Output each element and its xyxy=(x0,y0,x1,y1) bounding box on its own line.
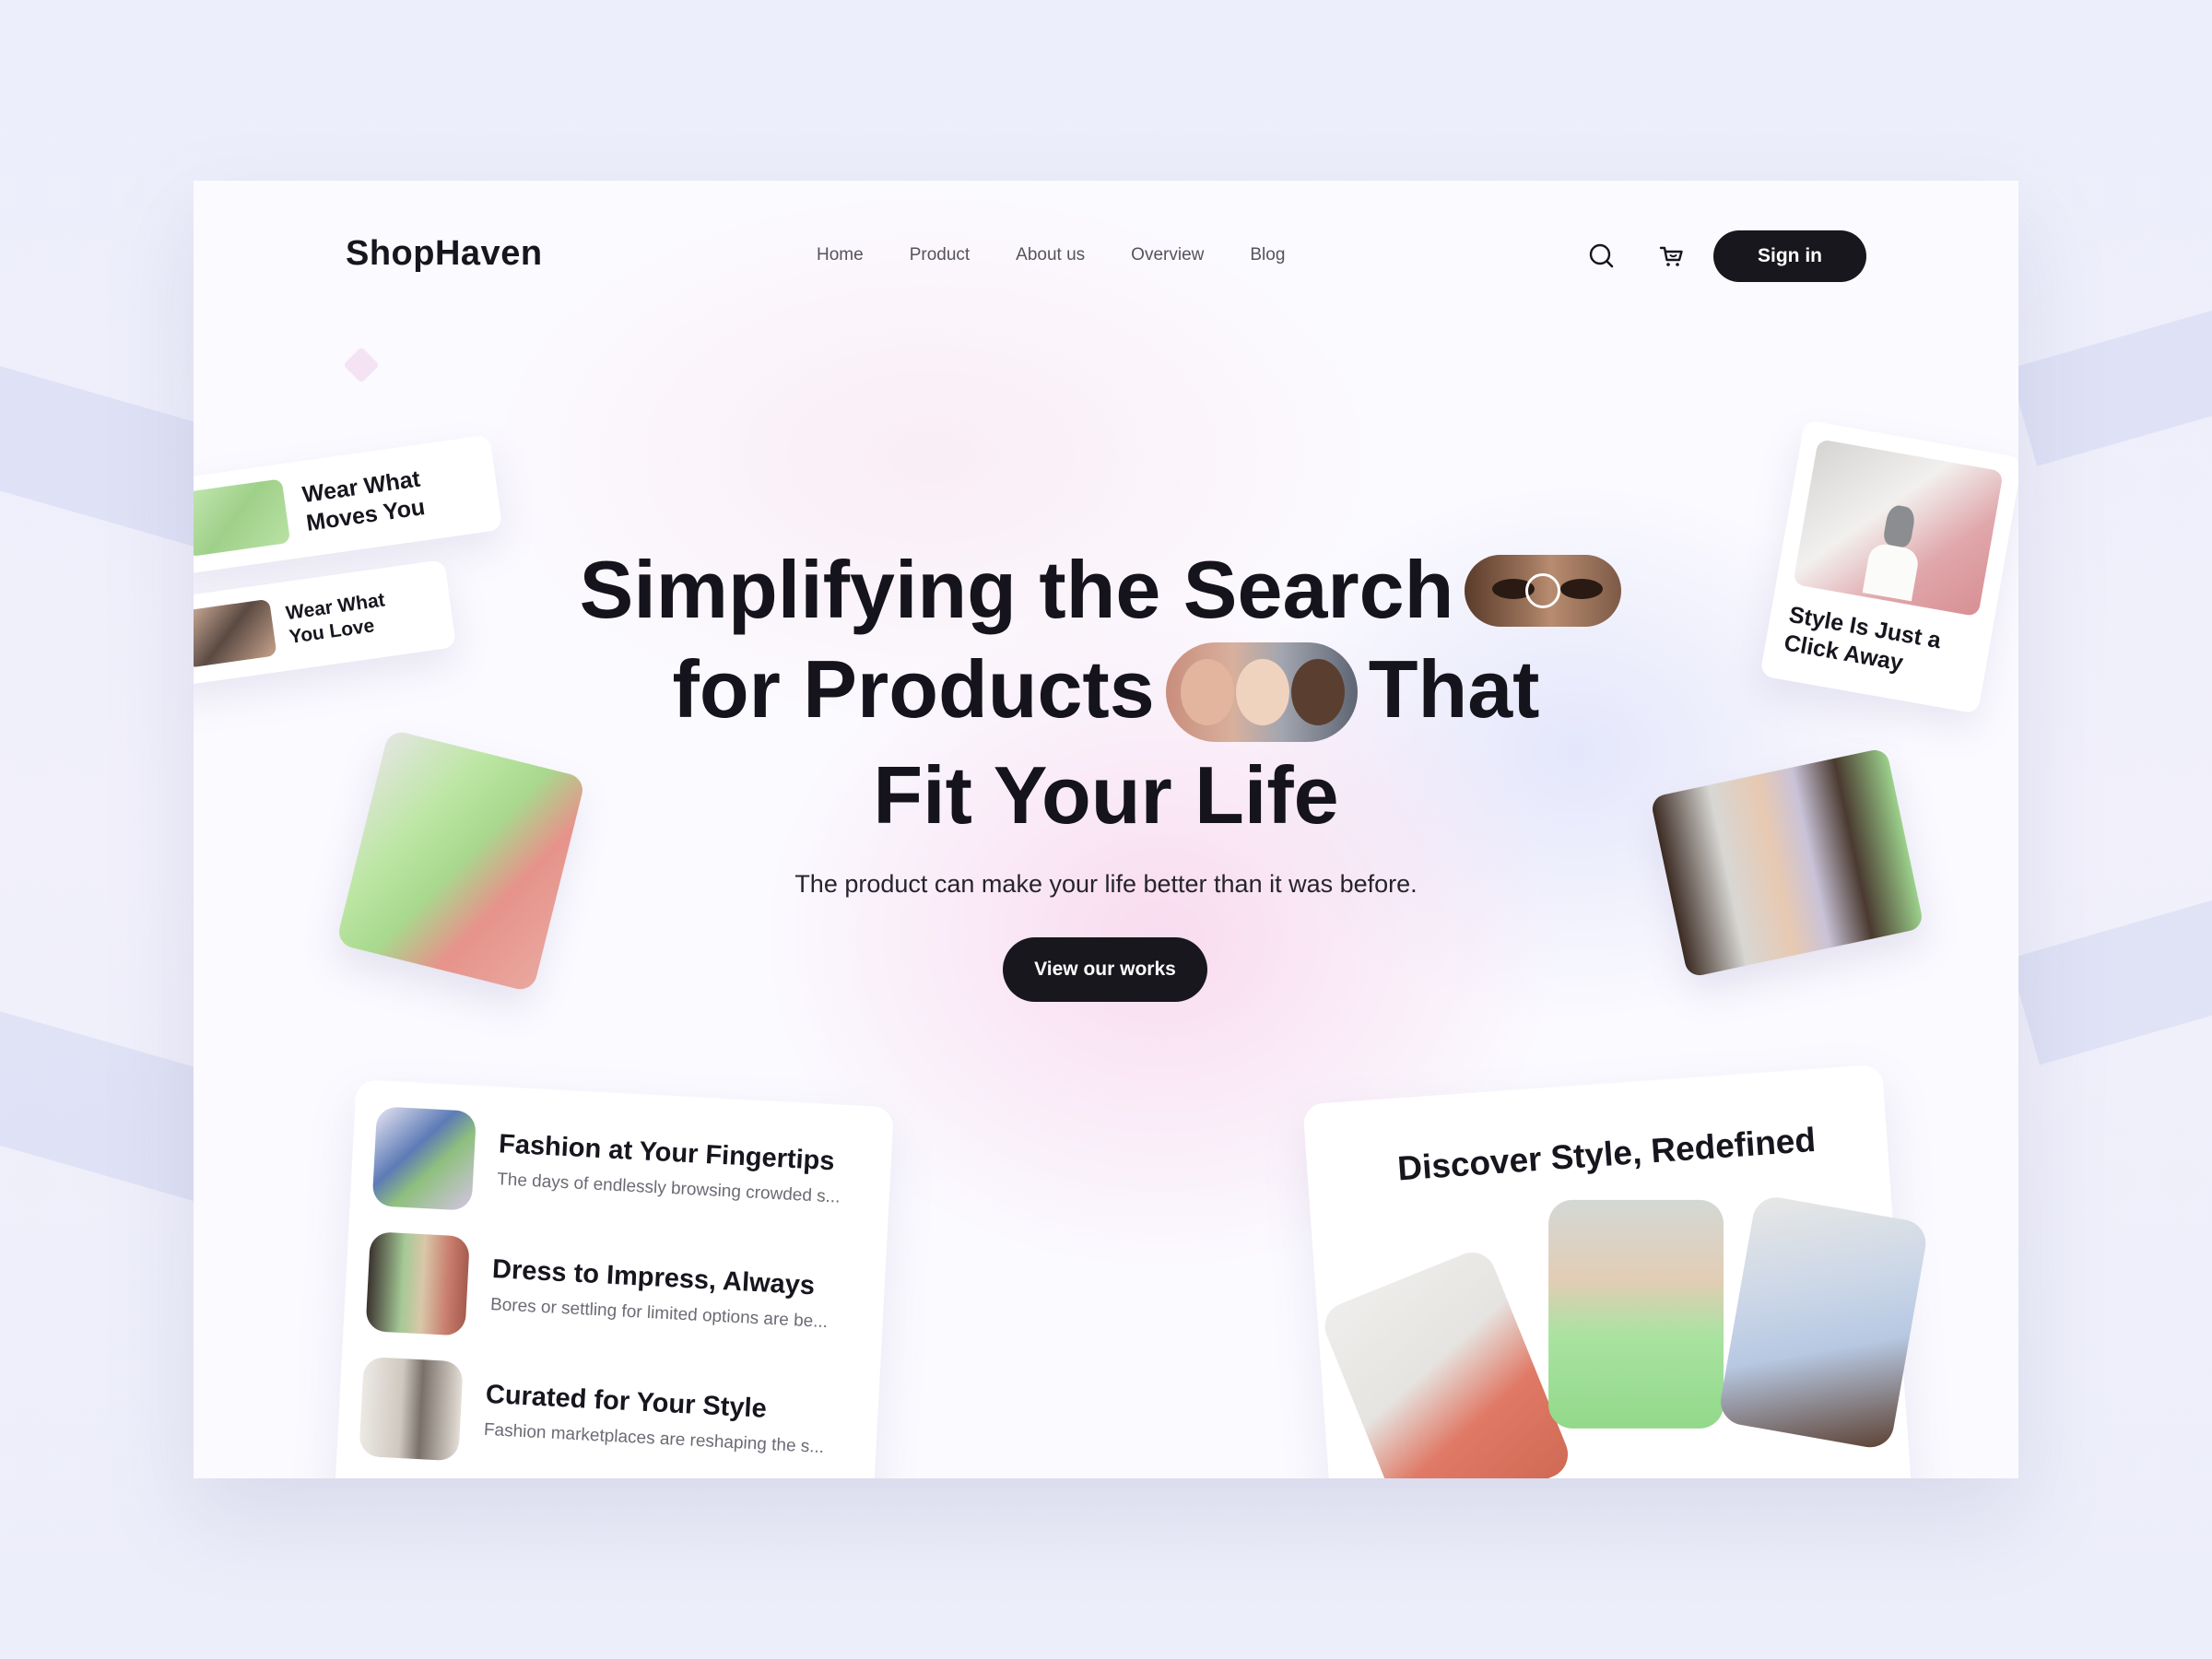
feature-thumbnail xyxy=(365,1231,470,1336)
sign-in-button[interactable]: Sign in xyxy=(1713,230,1866,282)
cart-icon xyxy=(1659,246,1683,266)
feature-thumbnail xyxy=(371,1106,477,1211)
search-button[interactable] xyxy=(1585,240,1618,273)
hero-headline: Simplifying the Search for Products That … xyxy=(194,540,2018,845)
discover-photo xyxy=(1317,1245,1575,1478)
search-icon xyxy=(1589,243,1614,268)
landing-page: ShopHaven Home Product About us Overview… xyxy=(194,181,2018,1478)
discover-photo xyxy=(1548,1199,1724,1429)
cart-button[interactable] xyxy=(1655,240,1688,273)
feature-description: Fashion marketplaces are reshaping the s… xyxy=(483,1419,825,1458)
nav-overview[interactable]: Overview xyxy=(1131,245,1204,265)
tag-label: Wear What Moves You xyxy=(300,465,427,537)
discover-title: Discover Style, Redefined xyxy=(1395,1120,1818,1188)
brand-logo[interactable]: ShopHaven xyxy=(346,234,543,274)
nav-product[interactable]: Product xyxy=(910,245,970,265)
feature-title: Dress to Impress, Always xyxy=(491,1254,816,1301)
list-item[interactable]: Curated for Your Style Fashion marketpla… xyxy=(359,1356,861,1478)
hero-line-2a: for Products xyxy=(672,643,1155,735)
feature-description: The days of endlessly browsing crowded s… xyxy=(496,1170,841,1207)
discover-style-card[interactable]: Discover Style, Redefined xyxy=(1302,1064,1930,1478)
list-item[interactable]: Dress to Impress, Always Bores or settli… xyxy=(365,1231,867,1359)
eyes-pill-image xyxy=(1465,554,1622,627)
discover-photo xyxy=(1716,1194,1930,1452)
main-nav: Home Product About us Overview Blog xyxy=(817,245,1285,265)
faces-pill-image xyxy=(1165,641,1358,742)
feature-thumbnail xyxy=(359,1356,464,1462)
sparkle-decoration xyxy=(343,347,380,383)
feature-list-card: Fashion at Your Fingertips The days of e… xyxy=(334,1079,894,1478)
nav-blog[interactable]: Blog xyxy=(1250,245,1285,265)
list-item[interactable]: Fashion at Your Fingertips The days of e… xyxy=(371,1106,874,1233)
hero-line-3: Fit Your Life xyxy=(873,748,1339,841)
feature-description: Bores or settling for limited options ar… xyxy=(489,1294,829,1333)
hero-subtitle: The product can make your life better th… xyxy=(794,870,1418,898)
hero-line-2b: That xyxy=(1368,643,1540,735)
feature-title: Curated for Your Style xyxy=(485,1379,768,1424)
hero-line-1: Simplifying the Search xyxy=(579,544,1454,635)
nav-about-us[interactable]: About us xyxy=(1016,245,1085,265)
view-our-works-button[interactable]: View our works xyxy=(1003,937,1207,1002)
background-band xyxy=(2009,287,2212,466)
nav-home[interactable]: Home xyxy=(817,245,864,265)
feature-title: Fashion at Your Fingertips xyxy=(498,1129,836,1177)
background-band xyxy=(2009,877,2212,1065)
